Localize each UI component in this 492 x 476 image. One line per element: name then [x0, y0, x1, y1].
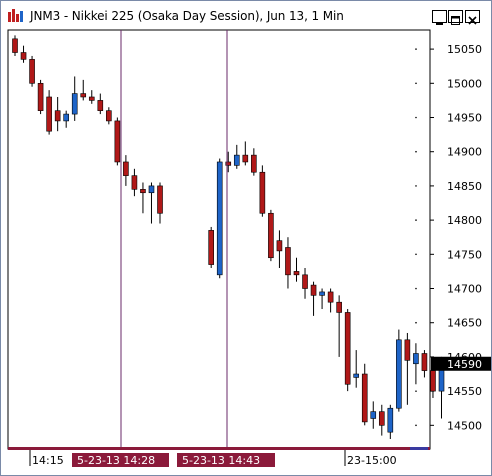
candle-down[interactable]	[106, 110, 112, 122]
candle-down[interactable]	[80, 93, 87, 98]
price-tick-label: 14650	[447, 317, 482, 330]
grid-dot	[415, 253, 417, 256]
candle-down[interactable]	[302, 274, 308, 289]
candle-down[interactable]	[344, 312, 351, 385]
scroll-bar[interactable]	[8, 447, 430, 450]
candle-down[interactable]	[242, 154, 249, 163]
price-tick-label: 14950	[447, 112, 482, 125]
price-tick-label: 14550	[447, 385, 482, 398]
price-tick-label: 14900	[447, 146, 482, 159]
candle-up[interactable]	[413, 353, 419, 365]
candle-down[interactable]	[157, 185, 163, 214]
candle-up[interactable]	[233, 154, 240, 166]
price-tick-label: 14750	[447, 248, 482, 261]
candle-down[interactable]	[37, 83, 44, 111]
candle-down[interactable]	[336, 301, 342, 313]
candle-down[interactable]	[140, 189, 146, 194]
candle-up[interactable]	[387, 407, 394, 433]
grid-dot	[415, 287, 417, 290]
candle-up[interactable]	[353, 373, 360, 378]
candle-down[interactable]	[123, 161, 129, 176]
grid-dot	[415, 219, 417, 221]
candle-down[interactable]	[259, 171, 266, 214]
candle-down[interactable]	[293, 271, 300, 276]
grid-dot	[415, 321, 417, 324]
last-price-label: 14590	[447, 358, 482, 371]
time-marker-label: 5-23-13 14:28	[77, 454, 155, 467]
scroll-thumb[interactable]	[410, 447, 428, 450]
candle-down[interactable]	[361, 373, 368, 423]
candle-down[interactable]	[430, 370, 436, 392]
price-tick-label: 15000	[447, 77, 482, 90]
candle-down[interactable]	[131, 175, 138, 190]
grid-dot	[415, 424, 417, 427]
time-label: 14:15	[32, 454, 64, 467]
candle-down[interactable]	[276, 240, 283, 252]
candle-up[interactable]	[148, 185, 155, 194]
candle-down[interactable]	[46, 96, 52, 132]
candle-up[interactable]	[370, 411, 377, 419]
price-tick-label: 15050	[447, 43, 482, 56]
candle-down[interactable]	[88, 96, 95, 101]
price-tick-label: 14500	[447, 419, 482, 432]
candle-down[interactable]	[208, 230, 214, 265]
candle-down[interactable]	[285, 247, 291, 276]
candle-down[interactable]	[404, 339, 411, 361]
price-tick-label: 14700	[447, 283, 482, 296]
candle-up[interactable]	[63, 113, 69, 122]
grid-dot	[415, 185, 417, 187]
candle-down[interactable]	[268, 212, 274, 259]
candle-down[interactable]	[251, 154, 257, 173]
candlestick-chart[interactable]: 15050 15000 14950 14900 14850 14800 14750 14700…	[0, 0, 492, 476]
candle-up[interactable]	[216, 161, 223, 276]
candle-down[interactable]	[20, 52, 27, 60]
price-tick-label: 14850	[447, 180, 482, 193]
price-tick-label: 14800	[447, 214, 482, 227]
candle-up[interactable]	[438, 366, 445, 392]
grid-dot	[415, 48, 417, 50]
candle-down[interactable]	[12, 38, 18, 53]
candle-down[interactable]	[378, 411, 385, 426]
candle-down[interactable]	[310, 284, 317, 296]
grid-dot	[415, 150, 417, 153]
grid-dot	[415, 390, 417, 392]
candle-up[interactable]	[319, 291, 325, 296]
grid-dot	[415, 82, 417, 85]
candle-down[interactable]	[54, 110, 61, 122]
candle-up[interactable]	[71, 93, 78, 115]
candle-up[interactable]	[396, 339, 402, 409]
candle-down[interactable]	[327, 291, 334, 303]
candle-down[interactable]	[114, 120, 121, 163]
time-marker-label: 5-23-13 14:43	[182, 454, 260, 467]
grid-dot	[415, 116, 417, 119]
candle-down[interactable]	[97, 100, 104, 111]
candle-down[interactable]	[421, 353, 428, 371]
candle-down[interactable]	[29, 59, 35, 84]
time-label: 23-15:00	[347, 454, 397, 467]
